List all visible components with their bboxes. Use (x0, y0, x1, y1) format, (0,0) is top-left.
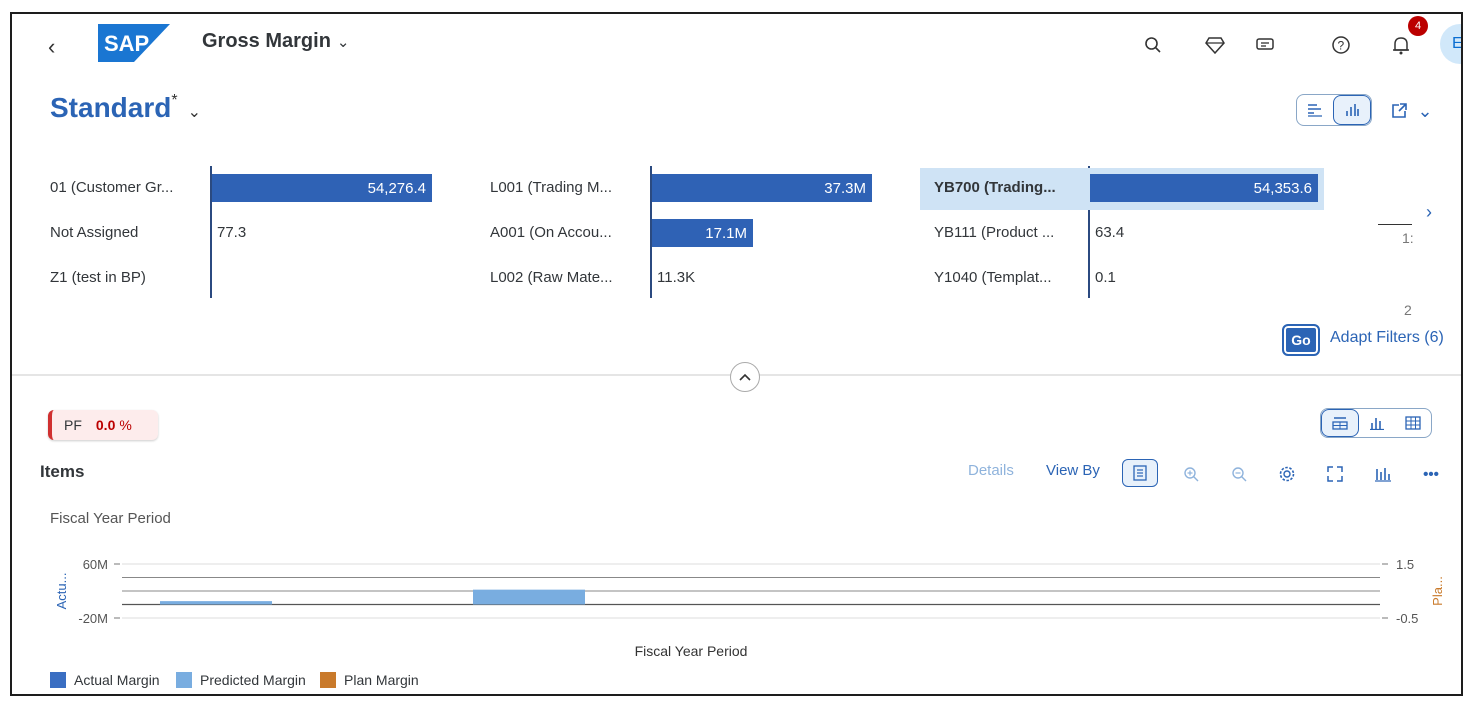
kpi-label: PF (64, 417, 82, 433)
search-icon[interactable] (1140, 32, 1166, 58)
go-button[interactable]: Go (1282, 324, 1320, 356)
scroll-right-icon[interactable]: › (1426, 202, 1432, 223)
chevron-up-icon (739, 373, 751, 381)
filter-bar-value: 11.3K (657, 269, 696, 286)
filter-item-label[interactable]: Not Assigned (50, 224, 138, 241)
help-icon[interactable]: ? (1328, 32, 1354, 58)
margin-chart: 60M -20M 1.5 -0.5 Actu... Pla... Fiscal Year P… (54, 557, 1445, 659)
legend-item[interactable]: Predicted Margin (176, 672, 306, 688)
legend-swatch (320, 672, 336, 688)
zoom-out-icon[interactable] (1226, 462, 1252, 486)
x-axis-title: Fiscal Year Period (635, 643, 748, 659)
kpi-tag[interactable]: PF 0.0 % (48, 410, 158, 440)
legend-toggle-icon[interactable] (1122, 459, 1158, 487)
filter-item-label[interactable]: A001 (On Accou... (490, 224, 612, 241)
adapt-filters-button[interactable]: Adapt Filters (6) (1330, 329, 1444, 347)
fullscreen-icon[interactable] (1322, 462, 1348, 486)
overflow-label: 2 (1404, 302, 1412, 318)
legend-swatch (176, 672, 192, 688)
y2-tick-label: -0.5 (1396, 611, 1418, 626)
back-button[interactable]: ‹ (48, 34, 55, 60)
notification-count-badge: 4 (1408, 16, 1428, 36)
sap-logo: SAP (98, 24, 170, 62)
diamond-icon[interactable] (1202, 32, 1228, 58)
svg-text:SAP: SAP (104, 31, 149, 56)
details-button[interactable]: Details (968, 462, 1014, 479)
app-frame: ‹ SAP Gross Margin⌄ ? 4 ES Standard*⌄ ⌄ … (10, 12, 1463, 696)
y-tick-label: 60M (83, 557, 108, 572)
notifications-bell-icon[interactable] (1388, 32, 1414, 58)
legend-swatch (50, 672, 66, 688)
content-view-toggle (1320, 408, 1432, 438)
visual-filter-view-icon[interactable] (1333, 95, 1371, 125)
filter-bar-value: 63.4 (1095, 224, 1125, 241)
y2-tick-label: 1.5 (1396, 557, 1414, 572)
legend-label: Actual Margin (74, 672, 160, 688)
more-options-icon[interactable]: ••• (1418, 462, 1444, 486)
variant-selector[interactable]: Standard* ⌄ (50, 92, 201, 124)
filter-item-label[interactable]: YB111 (Product ... (934, 224, 1054, 241)
filter-bar-value: 0.1 (1095, 269, 1116, 286)
user-avatar[interactable]: ES (1440, 24, 1461, 64)
legend-label: Plan Margin (344, 672, 419, 688)
compact-filter-view-icon[interactable] (1297, 95, 1333, 125)
kpi-unit: % (119, 417, 132, 433)
table-view-icon[interactable] (1395, 409, 1431, 437)
y-axis-title: Actu... (54, 573, 69, 610)
legend-label: Predicted Margin (200, 672, 306, 688)
kpi-value: 0.0 (95, 417, 116, 433)
chart-bar (473, 589, 585, 605)
settings-gear-icon[interactable] (1274, 462, 1300, 486)
filter-bar[interactable]: 54,353.6 (1090, 174, 1318, 202)
filter-bar[interactable]: 17.1M (652, 219, 753, 247)
y2-axis-title: Pla... (1430, 576, 1445, 606)
filter-item-label[interactable]: L001 (Trading M... (490, 179, 612, 196)
chevron-down-icon[interactable]: ⌄ (1412, 98, 1438, 124)
zoom-in-icon[interactable] (1178, 462, 1204, 486)
overflow-axis-line (1378, 224, 1412, 225)
chevron-down-icon: ⌄ (187, 104, 201, 121)
filter-item-label[interactable]: Z1 (test in BP) (50, 269, 146, 286)
legend-item[interactable]: Plan Margin (320, 672, 419, 688)
legend-item[interactable]: Actual Margin (50, 672, 160, 688)
chart-bar (160, 601, 272, 605)
chart-view-icon[interactable] (1359, 409, 1395, 437)
y-tick-label: -20M (78, 611, 108, 626)
collapse-header-button[interactable] (730, 362, 760, 392)
filter-item-label[interactable]: L002 (Raw Mate... (490, 269, 613, 286)
app-title-menu[interactable]: Gross Margin ⌄ (202, 30, 350, 53)
chart-type-icon[interactable] (1370, 462, 1396, 486)
chart-title: Fiscal Year Period (50, 510, 171, 527)
svg-text:?: ? (1338, 39, 1345, 53)
view-by-button[interactable]: View By (1046, 462, 1100, 479)
filter-bar[interactable]: 54,276.4 (212, 174, 432, 202)
variant-modified-marker: * (171, 92, 178, 109)
share-icon[interactable] (1386, 98, 1412, 124)
items-title: Items (40, 462, 85, 481)
overflow-label: 1: (1402, 230, 1414, 246)
filter-bar[interactable]: 37.3M (652, 174, 872, 202)
filter-view-toggle (1296, 94, 1372, 126)
filter-item-label[interactable]: Y1040 (Templat... (934, 269, 1052, 286)
collaboration-icon[interactable] (1252, 32, 1278, 58)
variant-name: Standard (50, 92, 172, 123)
chart-table-view-icon[interactable] (1321, 409, 1359, 437)
filter-bar-value: 77.3 (217, 224, 247, 241)
filter-item-label[interactable]: YB700 (Trading... (934, 179, 1056, 196)
app-title: Gross Margin (202, 30, 331, 52)
chevron-down-icon: ⌄ (336, 34, 350, 51)
filter-item-label[interactable]: 01 (Customer Gr... (50, 179, 173, 196)
